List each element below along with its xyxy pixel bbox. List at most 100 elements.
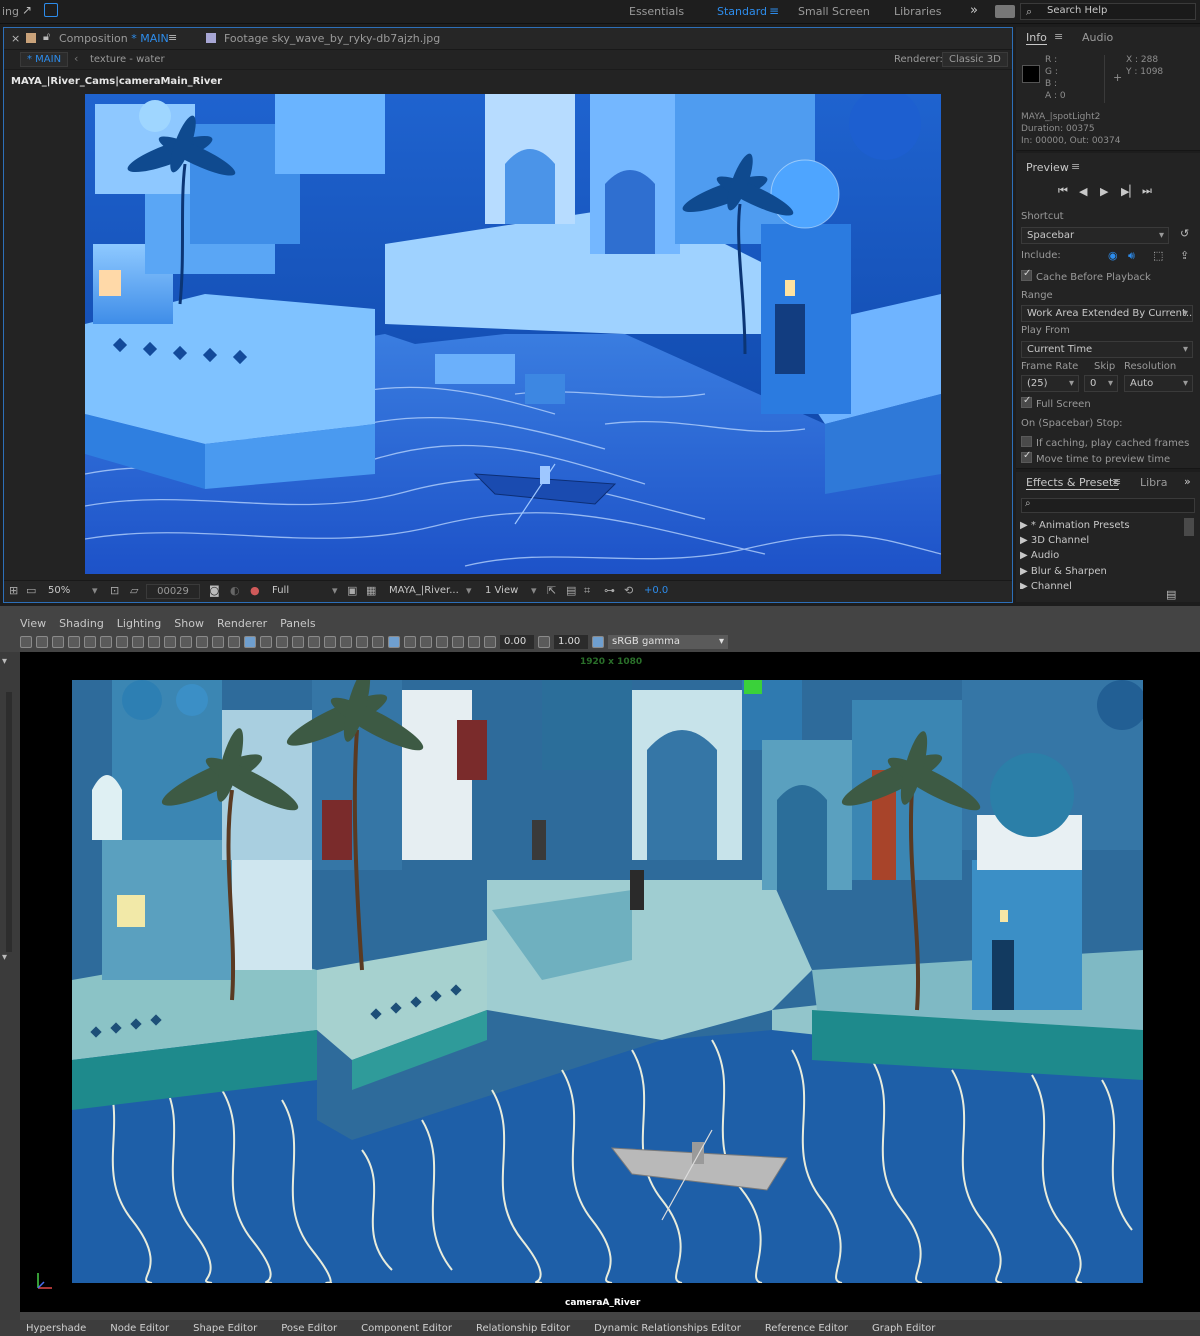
if-caching-checkbox[interactable]: If caching, play cached frames	[1021, 435, 1189, 449]
menu-view[interactable]: View	[20, 617, 46, 630]
renderer-dropdown[interactable]: Classic 3D	[942, 52, 1008, 67]
breadcrumb-main[interactable]: * MAIN	[20, 52, 69, 67]
tab-footage[interactable]: Footage sky_wave_by_ryky-db7ajzh.jpg	[224, 32, 440, 45]
tab-component-editor[interactable]: Component Editor	[361, 1323, 452, 1334]
preview-menu-icon[interactable]: ≡	[1071, 160, 1080, 173]
last-frame-icon[interactable]: ⏭	[1142, 184, 1163, 198]
maya-render-frame[interactable]	[72, 680, 1143, 1283]
include-overlays-icon[interactable]: ⬚	[1153, 249, 1163, 262]
safe-action-icon[interactable]	[196, 636, 208, 648]
field-chart-icon[interactable]	[180, 636, 192, 648]
monitor-icon[interactable]: ▭	[26, 584, 36, 597]
tab-relationship-editor[interactable]: Relationship Editor	[476, 1323, 570, 1334]
workspace-libraries[interactable]: Libraries	[894, 5, 942, 18]
shortcut-dropdown[interactable]: Spacebar	[1021, 227, 1169, 244]
collapse-arrow-icon-2[interactable]: ▾	[2, 952, 7, 963]
tab-node-editor[interactable]: Node Editor	[110, 1323, 169, 1334]
xray-joints-icon[interactable]	[452, 636, 464, 648]
exposure-field[interactable]: 0.00	[500, 635, 534, 649]
comp-flowchart-icon[interactable]: ⌗	[584, 584, 590, 598]
camera-attributes-icon[interactable]	[36, 636, 48, 648]
include-audio-icon[interactable]: 🔊︎	[1128, 249, 1135, 263]
resolution-dropdown[interactable]: Auto	[1124, 375, 1193, 392]
use-all-lights-icon[interactable]	[308, 636, 320, 648]
fast-preview-icon[interactable]: ▣	[347, 584, 357, 597]
timeline-icon[interactable]: ▤	[566, 584, 576, 597]
wireframe-icon[interactable]	[228, 636, 240, 648]
fit-to-frame-icon[interactable]: ⊡	[110, 584, 119, 597]
play-from-dropdown[interactable]: Current Time	[1021, 341, 1193, 358]
cache-before-playback-checkbox[interactable]: Cache Before Playback	[1021, 268, 1151, 283]
workspace-menu-icon[interactable]: ≡	[769, 4, 779, 18]
effect-category-blur-sharpen[interactable]: ▶ Blur & Sharpen	[1020, 564, 1130, 579]
composition-viewport[interactable]	[85, 94, 941, 574]
region-of-interest-icon[interactable]: ⊞	[9, 584, 18, 597]
breadcrumb-child[interactable]: texture - water	[90, 54, 165, 65]
snapping-icon[interactable]	[44, 3, 58, 17]
wireframe-on-shaded-icon[interactable]	[276, 636, 288, 648]
new-bin-icon[interactable]: ▤	[1166, 588, 1176, 601]
full-screen-checkbox[interactable]: Full Screen	[1021, 395, 1091, 410]
range-dropdown[interactable]: Work Area Extended By Current...	[1021, 305, 1193, 322]
smooth-shade-icon[interactable]	[244, 636, 256, 648]
default-material-icon[interactable]	[260, 636, 272, 648]
info-menu-icon[interactable]: ≡	[1054, 30, 1063, 43]
tab-reference-editor[interactable]: Reference Editor	[765, 1323, 848, 1334]
resolution-dropdown[interactable]: Full	[272, 585, 289, 596]
effect-category-audio[interactable]: ▶ Audio	[1020, 548, 1130, 563]
resolution-gate-icon[interactable]	[148, 636, 160, 648]
effects-menu-icon[interactable]: ≡	[1112, 475, 1121, 488]
xray-icon[interactable]	[420, 636, 432, 648]
depth-of-field-icon[interactable]	[388, 636, 400, 648]
resolution-dropdown-arrow-icon[interactable]: ▾	[332, 584, 338, 597]
effect-category-channel[interactable]: ▶ Channel	[1020, 579, 1130, 589]
grid-icon[interactable]	[116, 636, 128, 648]
tab-menu-icon[interactable]: ≡	[168, 31, 177, 44]
exposure-icon[interactable]	[484, 636, 496, 648]
overflow-chevron-icon[interactable]: »	[970, 3, 978, 18]
left-scrollbar[interactable]	[6, 692, 12, 952]
effects-search-input[interactable]: ⌕	[1021, 498, 1195, 513]
camera-dropdown-arrow-icon[interactable]: ▾	[466, 584, 472, 597]
image-plane-icon[interactable]	[68, 636, 80, 648]
workspace-small-screen[interactable]: Small Screen	[798, 5, 870, 18]
film-gate-icon[interactable]	[132, 636, 144, 648]
color-management-icon[interactable]	[592, 636, 604, 648]
tab-effects-presets[interactable]: Effects & Presets	[1026, 476, 1119, 490]
current-time-field[interactable]: 00029	[146, 584, 200, 599]
tab-info[interactable]: Info	[1026, 31, 1047, 45]
tab-hypershade[interactable]: Hypershade	[26, 1323, 86, 1334]
channel-colors-icon[interactable]: ●	[250, 584, 260, 597]
reset-exposure-icon[interactable]: ⟲	[624, 584, 633, 597]
menu-shading[interactable]: Shading	[59, 617, 104, 630]
gate-mask-icon[interactable]	[164, 636, 176, 648]
workspace-standard[interactable]: Standard	[717, 5, 767, 18]
toggle-pixel-aspect-icon[interactable]: ⇱	[547, 584, 556, 597]
tab-libraries[interactable]: Libra	[1140, 476, 1167, 489]
zoom-dropdown-arrow-icon[interactable]: ▾	[92, 584, 98, 597]
select-camera-icon[interactable]	[20, 636, 32, 648]
tab-dynamic-relationships-editor[interactable]: Dynamic Relationships Editor	[594, 1323, 741, 1334]
view-layout-arrow-icon[interactable]: ▾	[531, 584, 537, 597]
bookmark-icon[interactable]	[52, 636, 64, 648]
tab-graph-editor[interactable]: Graph Editor	[872, 1323, 935, 1334]
screen-space-ao-icon[interactable]	[340, 636, 352, 648]
exposure-value[interactable]: +0.0	[644, 585, 668, 596]
first-frame-icon[interactable]: ⏮	[1058, 184, 1079, 198]
active-camera-dropdown[interactable]: MAYA_|River...	[389, 585, 459, 596]
move-time-checkbox[interactable]: Move time to preview time	[1021, 450, 1170, 465]
multisample-aa-icon[interactable]	[372, 636, 384, 648]
effect-category-3d-channel[interactable]: ▶ 3D Channel	[1020, 533, 1130, 548]
frame-rate-dropdown[interactable]: (25)	[1021, 375, 1079, 392]
zoom-dropdown[interactable]: 50%	[48, 585, 70, 596]
search-help-input[interactable]: ⌕ Search Help	[1020, 3, 1196, 20]
gamma-icon[interactable]	[538, 636, 550, 648]
effect-category-animation-presets[interactable]: ▶ * Animation Presets	[1020, 518, 1130, 533]
menu-renderer[interactable]: Renderer	[217, 617, 267, 630]
play-icon[interactable]: ▶	[1100, 185, 1121, 198]
lock-icon[interactable]: 🔓︎	[43, 30, 50, 44]
backface-culling-icon[interactable]	[468, 636, 480, 648]
snapshot-camera-icon[interactable]: ◙	[209, 584, 220, 597]
menu-lighting[interactable]: Lighting	[117, 617, 161, 630]
workspace-essentials[interactable]: Essentials	[629, 5, 684, 18]
